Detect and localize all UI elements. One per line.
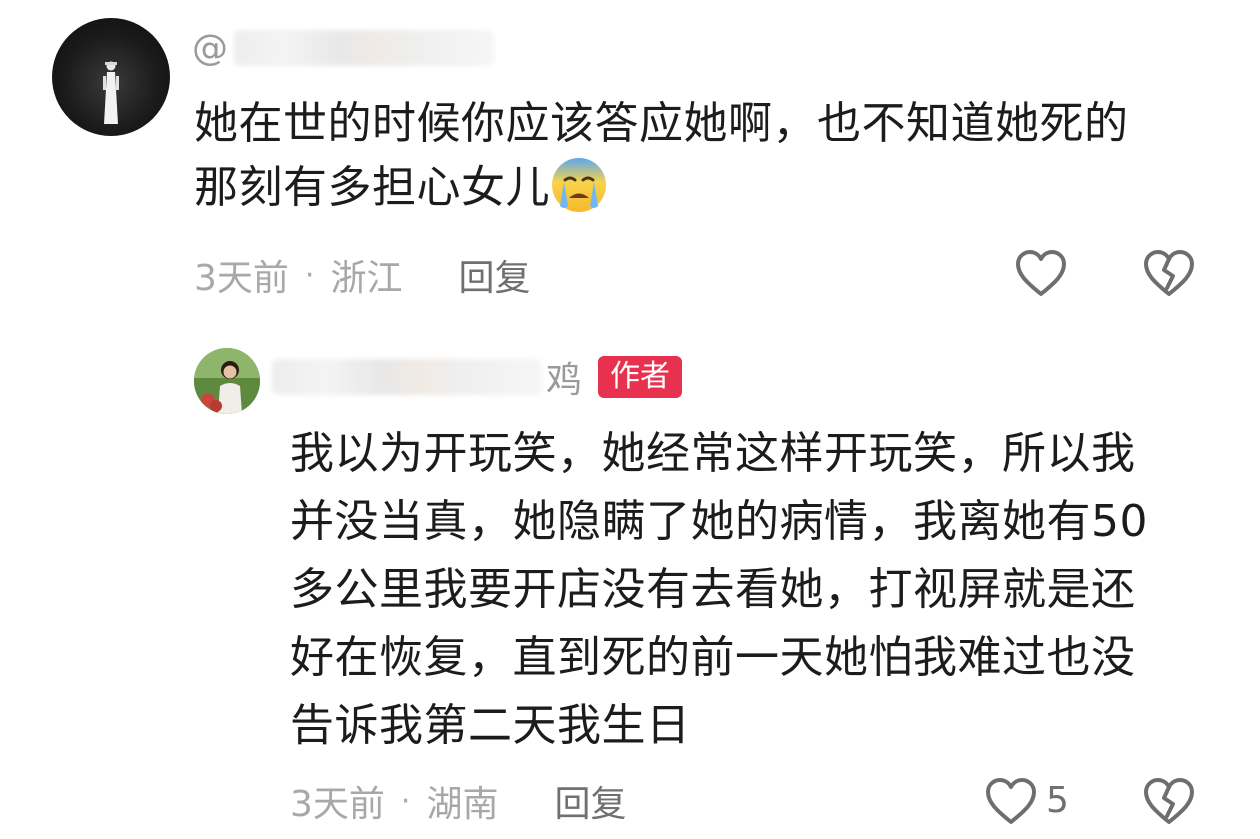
username-visible-char: 鸡 [546, 360, 583, 401]
meta-separator: · [304, 257, 315, 293]
reply-location: 湖南 [426, 784, 499, 825]
comment-username[interactable]: @ [192, 24, 494, 72]
reply-text-line: 好在恢复，直到死的前一天她怕我难过也没 [290, 632, 1136, 683]
meta-separator: · [400, 783, 411, 819]
reply-text-line: 我以为开玩笑，她经常这样开玩笑，所以我 [290, 428, 1136, 479]
dislike-broken-heart-icon[interactable] [1142, 248, 1196, 298]
reply-meta: 3天前 · 湖南 回复 [290, 776, 626, 826]
like-heart-icon[interactable] [1014, 248, 1068, 298]
comment-text-line-2: 那刻有多担心女儿 [194, 156, 1214, 220]
avatar[interactable] [52, 18, 170, 136]
like-heart-icon[interactable] [984, 776, 1038, 826]
avatar-figure [103, 61, 119, 124]
reply-text-line: 多公里我要开店没有去看她，打视屏就是还 [290, 564, 1136, 615]
reply-avatar[interactable] [194, 348, 260, 414]
reply-button[interactable]: 回复 [554, 775, 626, 827]
username-blurred [272, 359, 542, 395]
reply-text-line: 并没当真，她隐瞒了她的病情，我离她有50 [290, 496, 1148, 547]
author-badge: 作者 [598, 356, 683, 398]
comment-time: 3天前 [194, 258, 289, 299]
reply-text: 我以为开玩笑，她经常这样开玩笑，所以我 并没当真，她隐瞒了她的病情，我离她有50… [290, 420, 1220, 760]
comment-text-line: 她在世的时候你应该答应她啊，也不知道她死的 [194, 98, 1129, 149]
like-count: 5 [1046, 780, 1069, 821]
comment-meta: 3天前 · 浙江 回复 [194, 250, 530, 300]
comment-location: 浙江 [330, 258, 403, 299]
username-at-sign: @ [192, 27, 228, 69]
reply-username[interactable]: 鸡 作者 [272, 352, 683, 402]
comment-text-line: 那刻有多担心女儿 [194, 162, 550, 213]
reply-text-line: 告诉我第二天我生日 [290, 700, 691, 751]
reply-avatar-photo [194, 348, 260, 414]
reply-time: 3天前 [290, 784, 385, 825]
dislike-broken-heart-icon[interactable] [1142, 776, 1196, 826]
username-blurred [234, 30, 494, 66]
comment-text: 她在世的时候你应该答应她啊，也不知道她死的 那刻有多担心女儿 [194, 92, 1214, 220]
crying-face-icon [552, 158, 606, 212]
reply-button[interactable]: 回复 [458, 249, 530, 301]
